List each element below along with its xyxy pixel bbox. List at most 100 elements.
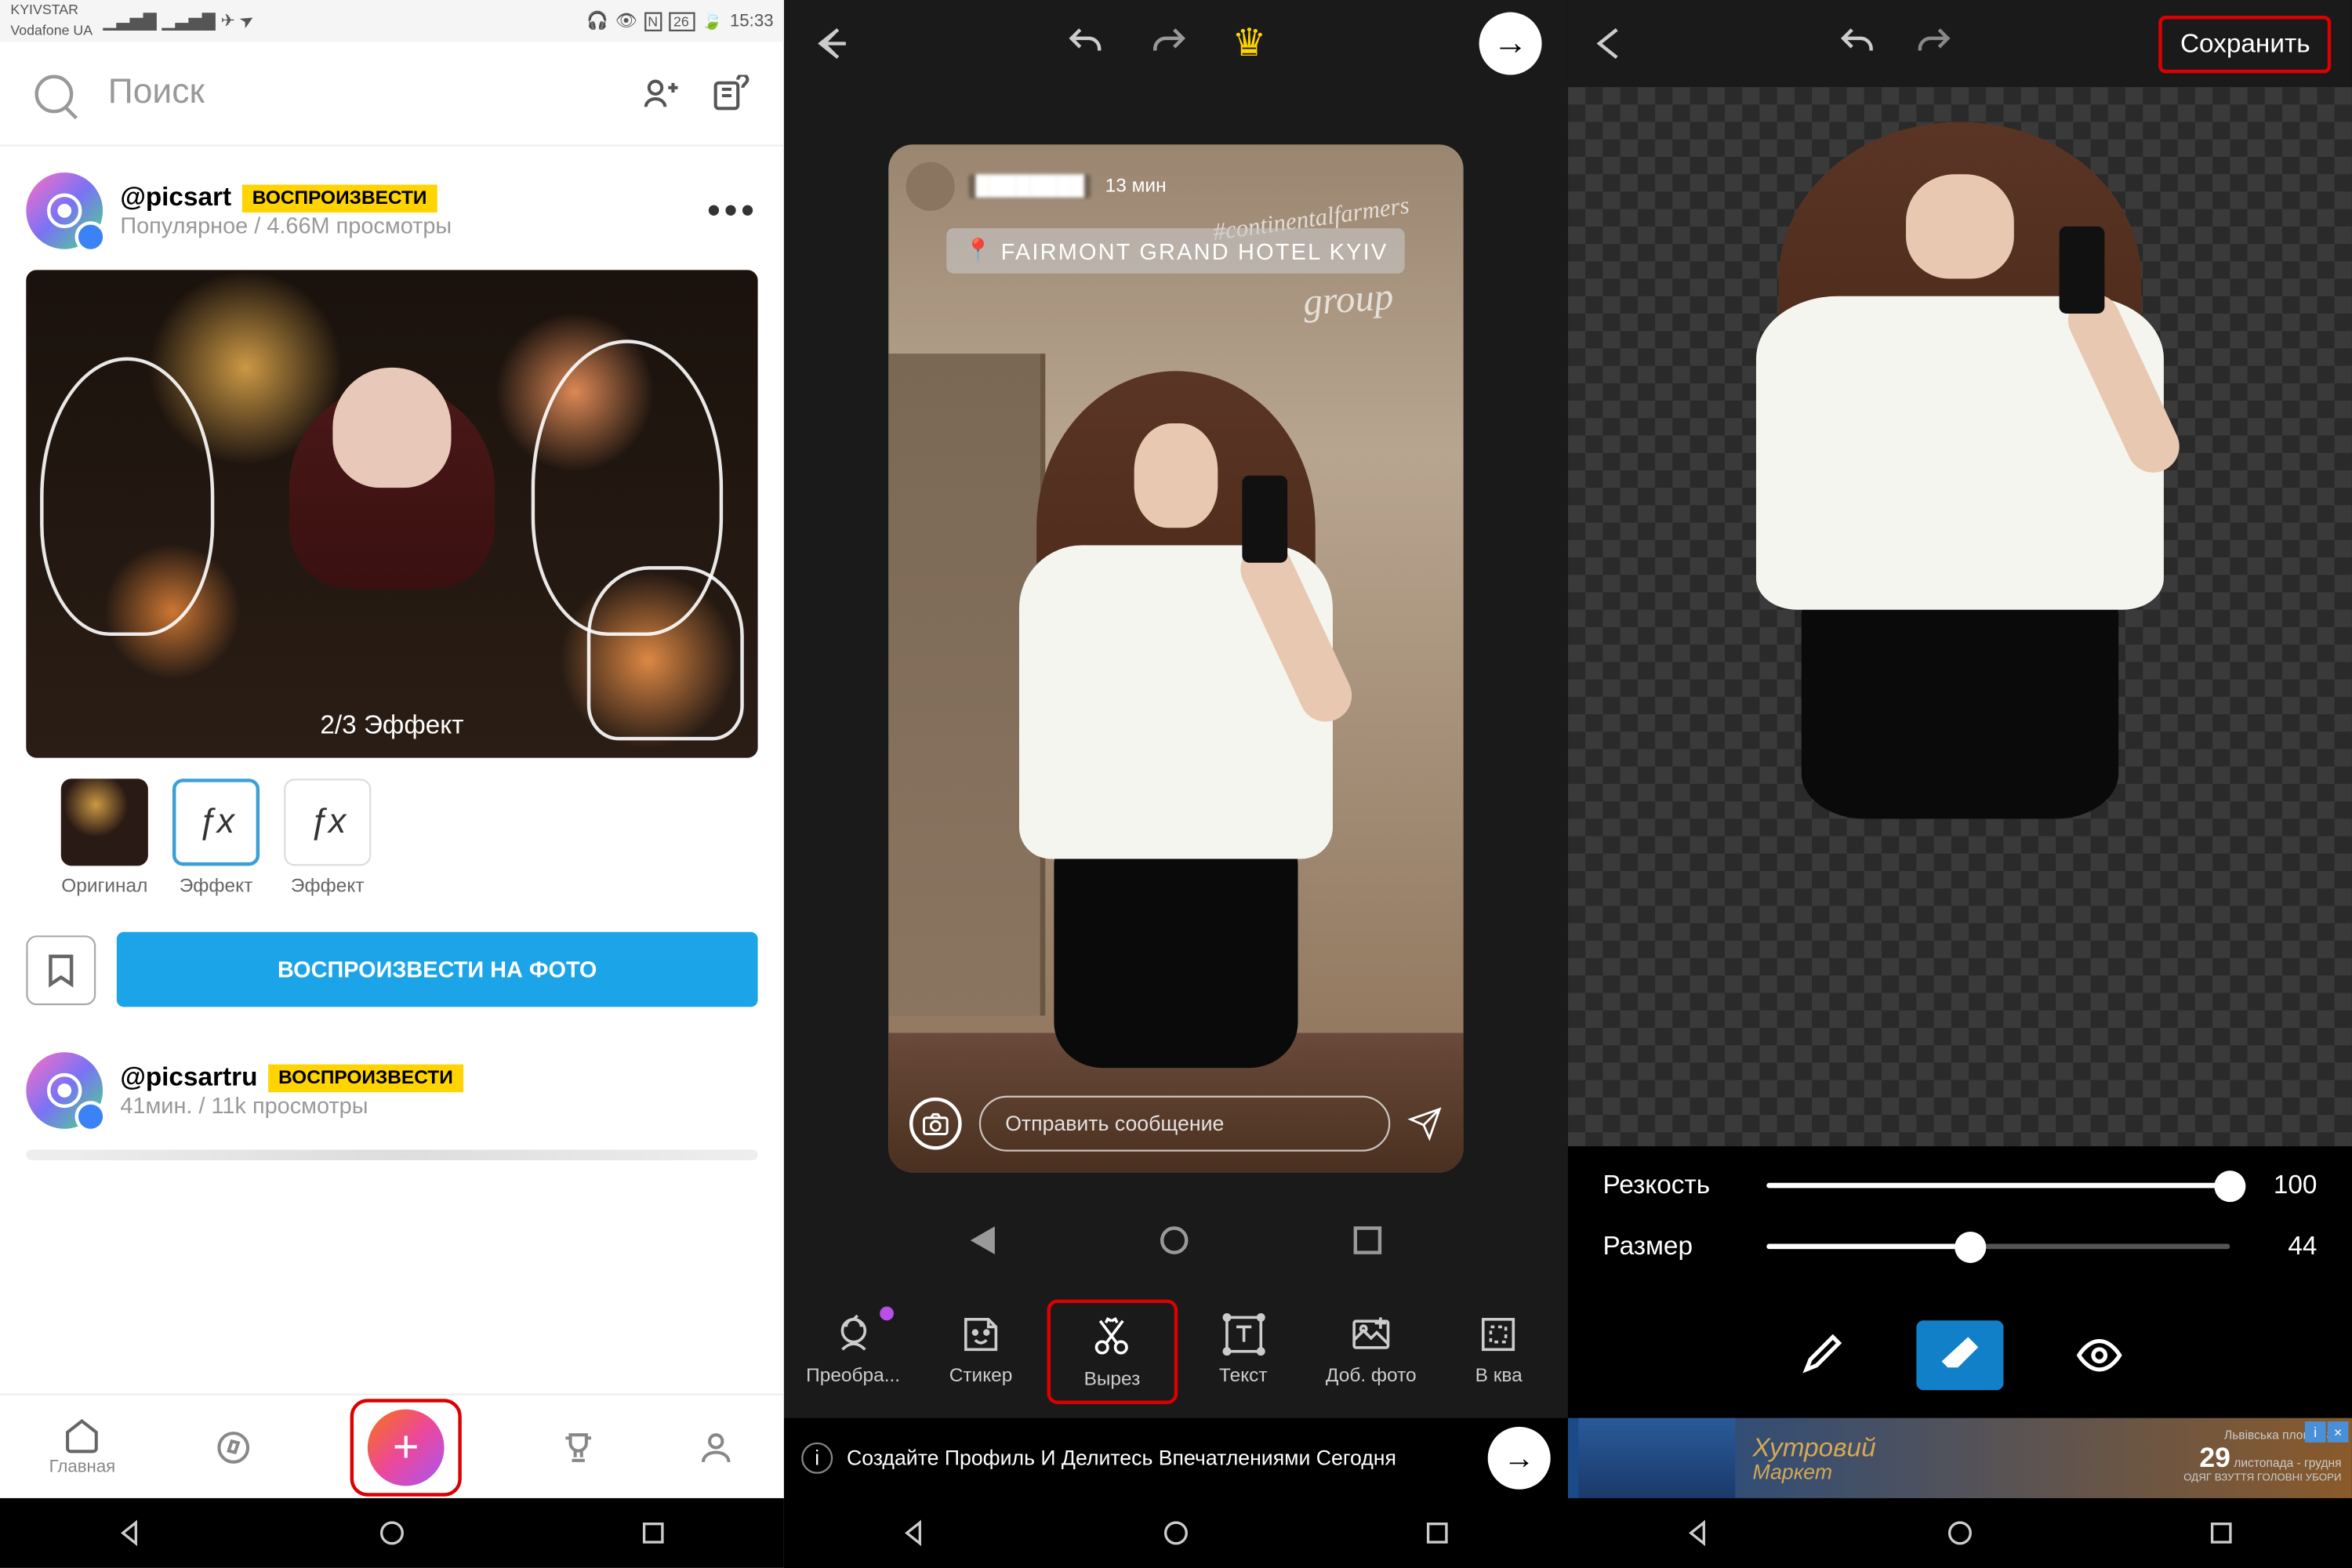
- home-icon[interactable]: [376, 1517, 408, 1548]
- crown-icon[interactable]: ♛: [1232, 21, 1266, 67]
- post2-header: @picsartru ВОСПРОИЗВЕСТИ 41мин. / 11k пр…: [26, 1052, 757, 1129]
- tool-add-photo[interactable]: Доб. фото: [1309, 1300, 1433, 1404]
- redo-icon[interactable]: [1149, 23, 1190, 64]
- story-time: 13 мин: [1105, 176, 1167, 197]
- send-icon: [1407, 1106, 1442, 1141]
- post-subtitle: Популярное / 4.66M просмотры: [120, 212, 452, 238]
- thumb-original[interactable]: Оригинал: [61, 779, 148, 897]
- recent-icon[interactable]: [637, 1517, 669, 1548]
- username[interactable]: @picsartru: [120, 1062, 257, 1092]
- create-button-highlight: +: [350, 1398, 462, 1495]
- post-header: @picsart ВОСПРОИЗВЕСТИ Популярное / 4.66…: [26, 172, 757, 249]
- play-badge: ВОСПРОИЗВЕСТИ: [268, 1064, 463, 1092]
- bottom-nav: Главная +: [0, 1394, 784, 1498]
- back-icon[interactable]: [810, 23, 851, 64]
- tool-preview[interactable]: [2056, 1320, 2143, 1390]
- add-friend-icon[interactable]: [641, 74, 680, 112]
- back-icon[interactable]: [1589, 23, 1631, 64]
- next-button[interactable]: →: [1479, 13, 1542, 75]
- status-bar: KYIVSTAR Vodafone UA ▁▃▅▇ ▁▃▅▇ ✈ ➤ 🎧 👁 N…: [0, 0, 784, 42]
- ad-banner[interactable]: Хутровий Маркет Львівська площа, 8A 29 л…: [1568, 1418, 2352, 1498]
- effect-thumbnails: Оригинал ƒx Эффект ƒx Эффект: [26, 758, 757, 918]
- thumb-effect-1[interactable]: ƒx Эффект: [172, 779, 260, 897]
- avatar[interactable]: [26, 172, 103, 249]
- username[interactable]: @picsart: [120, 183, 231, 212]
- recent-icon: [1353, 1226, 1381, 1254]
- effect-counter: 2/3 Эффект: [320, 711, 463, 741]
- eco-icon: 🍃: [701, 11, 723, 30]
- cutout-tools: [1568, 1300, 2352, 1418]
- undo-icon[interactable]: [1065, 23, 1106, 64]
- ad-text: Создайте Профиль И Делитесь Впечатлениям…: [847, 1446, 1474, 1471]
- tool-fit[interactable]: В ква: [1436, 1300, 1560, 1404]
- editor-toolbar: ♛ →: [784, 0, 1568, 87]
- tool-sticker[interactable]: Стикер: [919, 1300, 1043, 1404]
- camera-icon: [909, 1098, 962, 1150]
- editor-tools: Преобра... Стикер Вырез Текст Доб. фото …: [784, 1286, 1568, 1418]
- back-icon[interactable]: [1683, 1517, 1715, 1548]
- arrow-right-icon: →: [1493, 24, 1527, 64]
- clock: 15:33: [730, 11, 774, 30]
- carrier-2: Vodafone UA: [10, 24, 93, 38]
- back-icon[interactable]: [115, 1517, 147, 1548]
- slider-size[interactable]: Размер 44: [1602, 1232, 2317, 1261]
- nav-challenges[interactable]: [560, 1428, 598, 1466]
- ad-arrow-icon[interactable]: →: [1488, 1427, 1551, 1490]
- alarm-icon: 👁: [615, 11, 637, 30]
- recent-icon[interactable]: [2205, 1517, 2237, 1548]
- system-nav: [784, 1498, 1568, 1568]
- play-badge: ВОСПРОИЗВЕСТИ: [241, 183, 437, 212]
- system-nav: [0, 1498, 784, 1568]
- signal-icons: ▁▃▅▇ ▁▃▅▇ ✈ ➤: [93, 11, 586, 30]
- story-footer: Отправить сообщение: [909, 1096, 1443, 1152]
- recent-icon[interactable]: [1421, 1517, 1453, 1548]
- post-image[interactable]: 2/3 Эффект: [26, 270, 757, 757]
- redo-icon[interactable]: [1912, 23, 1954, 64]
- battery-icon: 26: [668, 11, 694, 30]
- sliders: Резкость 100 Размер 44: [1568, 1146, 2352, 1300]
- more-icon[interactable]: •••: [707, 188, 758, 234]
- undo-icon[interactable]: [1836, 23, 1878, 64]
- tool-text[interactable]: Текст: [1181, 1300, 1305, 1404]
- bookmark-button[interactable]: [26, 935, 96, 1004]
- story-message: Отправить сообщение: [979, 1096, 1390, 1152]
- avatar[interactable]: [26, 1052, 103, 1129]
- ad-image: [1578, 1418, 1735, 1498]
- thumb-effect-2[interactable]: ƒx Эффект: [284, 779, 371, 897]
- save-button[interactable]: Сохранить: [2159, 15, 2331, 72]
- back-icon[interactable]: [899, 1517, 931, 1548]
- editor-canvas[interactable]: ████████ 13 мин #continentalfarmers 📍 FA…: [784, 87, 1568, 1195]
- story-script: group: [1302, 274, 1396, 325]
- search-bar[interactable]: Поиск: [0, 42, 784, 146]
- ad-title: Хутровий Маркет: [1735, 1435, 2183, 1482]
- canvas-sysnav: [888, 1206, 1463, 1276]
- nav-profile[interactable]: [696, 1428, 735, 1466]
- ad-close-icon[interactable]: ×: [2328, 1421, 2349, 1443]
- tool-transform[interactable]: Преобра...: [791, 1300, 915, 1404]
- ad-banner[interactable]: i Создайте Профиль И Делитесь Впечатлени…: [784, 1418, 1568, 1498]
- home-icon[interactable]: [1160, 1517, 1192, 1548]
- story-username: ████████: [969, 174, 1091, 198]
- tool-eraser[interactable]: [1916, 1320, 2003, 1390]
- story-location: 📍 FAIRMONT GRAND HOTEL KYIV: [946, 228, 1405, 274]
- story-avatar: [906, 162, 955, 211]
- tool-brush[interactable]: [1777, 1320, 1864, 1390]
- nav-home[interactable]: Главная: [49, 1416, 116, 1477]
- carrier-1: KYIVSTAR: [10, 3, 78, 17]
- nav-explore[interactable]: [213, 1428, 252, 1466]
- home-icon[interactable]: [1944, 1517, 1976, 1548]
- headphones-icon: 🎧: [586, 11, 608, 30]
- cutout-canvas[interactable]: [1568, 87, 2352, 1146]
- create-button[interactable]: +: [368, 1408, 445, 1485]
- tool-cutout[interactable]: Вырез: [1047, 1300, 1178, 1404]
- post-subtitle: 41мин. / 11k просмотры: [120, 1092, 463, 1118]
- notification-icon[interactable]: [711, 74, 750, 112]
- replay-button[interactable]: ВОСПРОИЗВЕСТИ НА ФОТО: [117, 932, 758, 1007]
- ad-info-icon[interactable]: i: [801, 1443, 833, 1474]
- ad-info-icon[interactable]: i: [2305, 1421, 2326, 1443]
- system-nav: [1568, 1498, 2352, 1568]
- slider-sharpness[interactable]: Резкость 100: [1602, 1171, 2317, 1200]
- search-placeholder: Поиск: [108, 73, 606, 113]
- loading-placeholder: [26, 1150, 757, 1160]
- plus-icon: +: [393, 1420, 419, 1474]
